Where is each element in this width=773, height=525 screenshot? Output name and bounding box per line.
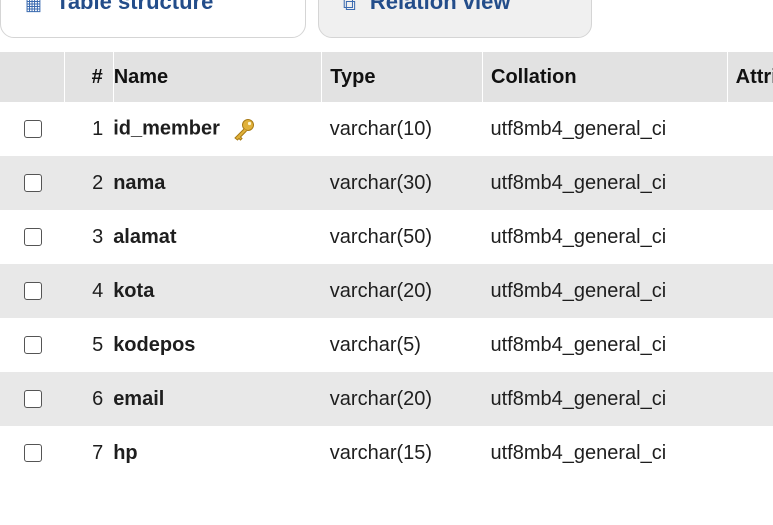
row-checkbox[interactable] — [24, 228, 42, 247]
column-collation: utf8mb4_general_ci — [490, 171, 667, 194]
row-checkbox-cell — [0, 318, 64, 372]
row-number: 5 — [92, 333, 104, 356]
column-name: kodepos — [113, 333, 196, 356]
row-checkbox[interactable] — [24, 282, 42, 301]
table-header: # Name Type Collation Attrib — [0, 52, 773, 102]
column-type: varchar(20) — [329, 387, 433, 410]
header-type[interactable]: Type — [321, 52, 483, 102]
row-checkbox-cell — [0, 372, 64, 426]
row-number: 4 — [92, 279, 104, 302]
column-collation: utf8mb4_general_ci — [490, 441, 667, 464]
row-number: 2 — [92, 171, 104, 194]
table-icon: ▦ — [25, 0, 43, 14]
header-check — [0, 52, 65, 102]
table-row[interactable]: 5 kodepos varchar(5) utf8mb4_general_ci — [0, 318, 773, 372]
column-name-cell: alamat — [113, 210, 322, 264]
column-type: varchar(30) — [329, 171, 433, 194]
row-checkbox[interactable] — [24, 174, 42, 193]
column-type: varchar(15) — [329, 441, 433, 464]
primary-key-icon — [232, 117, 256, 141]
row-checkbox-cell — [0, 102, 64, 156]
column-name-cell: nama — [113, 156, 322, 210]
table-row[interactable]: 4 kota varchar(20) utf8mb4_general_ci — [0, 264, 773, 318]
row-number: 1 — [92, 117, 104, 140]
header-collation[interactable]: Collation — [482, 52, 728, 102]
column-name: alamat — [113, 225, 177, 248]
structure-page: ▦ Table structure ⧉ Relation view # Name… — [0, 0, 773, 525]
table-row[interactable]: 3 alamat varchar(50) utf8mb4_general_ci — [0, 210, 773, 264]
column-attributes — [727, 156, 773, 210]
column-name: email — [113, 387, 165, 410]
column-attributes — [727, 210, 773, 264]
column-name-cell: hp — [113, 426, 322, 480]
table-row[interactable]: 6 email varchar(20) utf8mb4_general_ci — [0, 372, 773, 426]
row-number: 7 — [92, 441, 104, 464]
row-number: 6 — [92, 387, 104, 410]
tab-table-structure-label: Table structure — [56, 0, 214, 14]
row-checkbox-cell — [0, 156, 64, 210]
table-row[interactable]: 7 hp varchar(15) utf8mb4_general_ci — [0, 426, 773, 480]
column-attributes — [727, 372, 773, 426]
row-checkbox[interactable] — [24, 336, 42, 355]
column-collation: utf8mb4_general_ci — [490, 117, 667, 140]
table-row[interactable]: 1 id_member varchar(10) utf8mb4_general_ci — [0, 102, 773, 156]
column-name: nama — [113, 171, 166, 194]
column-name-cell: kodepos — [113, 318, 322, 372]
column-attributes — [727, 318, 773, 372]
row-checkbox[interactable] — [24, 444, 42, 463]
tab-relation-view-label: Relation view — [369, 0, 511, 14]
column-collation: utf8mb4_general_ci — [490, 279, 667, 302]
column-name-cell: kota — [113, 264, 322, 318]
row-checkbox[interactable] — [24, 120, 42, 139]
column-collation: utf8mb4_general_ci — [490, 225, 667, 248]
column-type: varchar(10) — [329, 117, 433, 140]
tab-table-structure[interactable]: ▦ Table structure — [0, 0, 306, 38]
column-type: varchar(20) — [329, 279, 433, 302]
row-checkbox-cell — [0, 210, 64, 264]
column-name-cell: email — [113, 372, 322, 426]
column-attributes — [727, 102, 773, 156]
column-name: hp — [113, 441, 138, 464]
tab-strip: ▦ Table structure ⧉ Relation view — [0, 0, 773, 40]
row-checkbox-cell — [0, 264, 64, 318]
column-type: varchar(50) — [329, 225, 433, 248]
column-attributes — [727, 264, 773, 318]
table-body: 1 id_member varchar(10) utf8mb4_general_ci 2… — [0, 102, 773, 480]
table-row[interactable]: 2 nama varchar(30) utf8mb4_general_ci — [0, 156, 773, 210]
column-name: id_member — [113, 117, 220, 140]
column-name-cell: id_member — [113, 102, 322, 156]
header-attributes[interactable]: Attrib — [727, 52, 773, 102]
relation-icon: ⧉ — [343, 0, 356, 14]
column-collation: utf8mb4_general_ci — [490, 333, 667, 356]
header-row: # Name Type Collation Attrib — [0, 52, 773, 102]
column-collation: utf8mb4_general_ci — [490, 387, 667, 410]
column-type: varchar(5) — [329, 333, 421, 356]
column-name: kota — [113, 279, 155, 302]
tab-relation-view[interactable]: ⧉ Relation view — [318, 0, 592, 38]
row-number: 3 — [92, 225, 104, 248]
row-checkbox-cell — [0, 426, 64, 480]
header-number: # — [64, 52, 114, 102]
structure-table: # Name Type Collation Attrib 1id_memberv… — [0, 52, 773, 480]
row-checkbox[interactable] — [24, 390, 42, 409]
header-name[interactable]: Name — [113, 52, 323, 102]
column-attributes — [727, 426, 773, 480]
